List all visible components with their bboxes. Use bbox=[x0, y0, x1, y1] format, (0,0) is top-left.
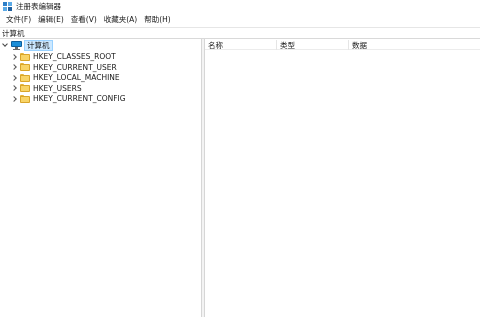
registry-editor-icon bbox=[3, 2, 12, 11]
column-header: 名称 类型 数据 bbox=[205, 39, 480, 50]
tree-item-hkey-classes-root[interactable]: HKEY_CLASSES_ROOT bbox=[11, 51, 116, 62]
tree-item-hkey-local-machine[interactable]: HKEY_LOCAL_MACHINE bbox=[11, 72, 120, 83]
address-bar[interactable]: 计算机 bbox=[0, 27, 480, 38]
main-panes: 计算机 HKEY_CLASSES_ROOT HKEY_CURRENT_USER … bbox=[0, 38, 480, 317]
window-title: 注册表编辑器 bbox=[16, 2, 61, 11]
tree-item-label: HKEY_CURRENT_USER bbox=[33, 62, 117, 72]
column-data[interactable]: 数据 bbox=[349, 40, 479, 50]
tree-item-label: 计算机 bbox=[24, 40, 53, 51]
menu-edit[interactable]: 编辑(E) bbox=[35, 14, 67, 25]
column-name[interactable]: 名称 bbox=[205, 40, 277, 50]
chevron-right-icon[interactable] bbox=[11, 93, 19, 104]
tree-item-hkey-current-user[interactable]: HKEY_CURRENT_USER bbox=[11, 62, 117, 73]
key-tree[interactable]: 计算机 HKEY_CLASSES_ROOT HKEY_CURRENT_USER … bbox=[0, 39, 201, 317]
tree-item-hkey-users[interactable]: HKEY_USERS bbox=[11, 83, 82, 94]
values-list[interactable]: 名称 类型 数据 bbox=[205, 39, 480, 317]
menu-help[interactable]: 帮助(H) bbox=[141, 14, 174, 25]
folder-icon bbox=[20, 52, 30, 61]
tree-item-label: HKEY_LOCAL_MACHINE bbox=[33, 73, 120, 82]
menu-file[interactable]: 文件(F) bbox=[3, 14, 34, 25]
address-path[interactable]: 计算机 bbox=[2, 28, 25, 39]
folder-icon bbox=[20, 94, 30, 103]
tree-item-hkey-current-config[interactable]: HKEY_CURRENT_CONFIG bbox=[11, 93, 126, 104]
computer-icon bbox=[11, 41, 22, 50]
title-bar: 注册表编辑器 bbox=[0, 0, 480, 13]
tree-item-label: HKEY_USERS bbox=[33, 83, 82, 93]
folder-icon bbox=[20, 73, 30, 82]
tree-item-label: HKEY_CURRENT_CONFIG bbox=[33, 94, 126, 103]
chevron-right-icon[interactable] bbox=[11, 62, 19, 73]
tree-item-computer[interactable]: 计算机 bbox=[2, 40, 53, 51]
menu-view[interactable]: 查看(V) bbox=[68, 14, 100, 25]
menu-bar: 文件(F) 编辑(E) 查看(V) 收藏夹(A) 帮助(H) bbox=[0, 13, 480, 26]
chevron-right-icon[interactable] bbox=[11, 72, 19, 83]
column-type[interactable]: 类型 bbox=[277, 40, 349, 50]
chevron-right-icon[interactable] bbox=[11, 83, 19, 94]
folder-icon bbox=[20, 84, 30, 92]
menu-favorites[interactable]: 收藏夹(A) bbox=[101, 14, 140, 25]
chevron-right-icon[interactable] bbox=[11, 51, 19, 62]
folder-icon bbox=[20, 63, 30, 71]
chevron-down-icon[interactable] bbox=[2, 40, 10, 51]
tree-item-label: HKEY_CLASSES_ROOT bbox=[33, 52, 116, 61]
